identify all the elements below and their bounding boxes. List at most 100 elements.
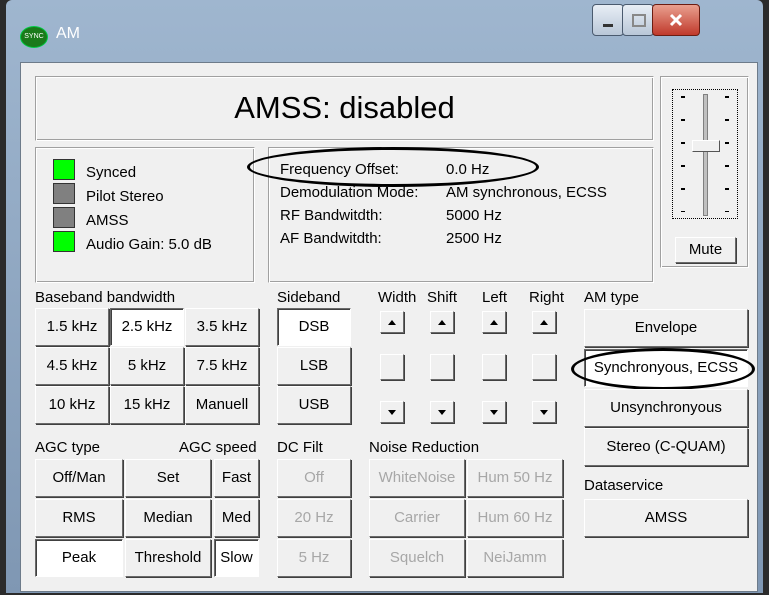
volume-ticks-left: [681, 96, 685, 212]
sideband-dsb-button[interactable]: DSB: [277, 308, 351, 346]
rf-bandwidth-label: RF Bandwitdth:: [280, 207, 383, 224]
nr-hum-50hz-button[interactable]: Hum 50 Hz: [467, 459, 563, 497]
indicator-panel: Synced Pilot Stereo AMSS Audio Gain: 5.0…: [35, 147, 255, 283]
volume-ticks-right: [725, 96, 729, 212]
scroll-up-button[interactable]: [380, 311, 404, 333]
scroll-down-button[interactable]: [482, 401, 506, 423]
left-scrollbar[interactable]: [482, 311, 506, 423]
synced-led: [53, 159, 75, 180]
synchronous-ecss-highlight: [571, 348, 755, 390]
app-icon: SYNC: [20, 26, 48, 48]
agc-off-man-button[interactable]: Off/Man: [35, 459, 123, 497]
bw-5-khz-button[interactable]: 5 kHz: [110, 347, 184, 385]
shift-thumb[interactable]: [430, 354, 454, 380]
client-area: AMSS: disabled Synced Pilot Stereo AMSS …: [20, 62, 758, 592]
agc-slow-button[interactable]: Slow: [214, 539, 259, 577]
agc-peak-button[interactable]: Peak: [35, 539, 123, 577]
down-arrow-icon: [540, 410, 548, 415]
scroll-up-button[interactable]: [482, 311, 506, 333]
agc-rms-button[interactable]: RMS: [35, 499, 123, 537]
demodulation-mode-value: AM synchronous, ECSS: [446, 184, 607, 201]
right-scrollbar[interactable]: [532, 311, 556, 423]
app-window: SYNC AM AMSS: disabled Synced Pilot Ster…: [6, 0, 763, 593]
agc-med-button[interactable]: Med: [214, 499, 259, 537]
nr-whitenoise-button[interactable]: WhiteNoise: [369, 459, 465, 497]
bw-1-5-khz-button[interactable]: 1.5 kHz: [35, 308, 109, 346]
am-envelope-button[interactable]: Envelope: [584, 309, 748, 347]
dc-filt-20hz-button[interactable]: 20 Hz: [277, 499, 351, 537]
sideband-usb-button[interactable]: USB: [277, 386, 351, 424]
nr-squelch-button[interactable]: Squelch: [369, 539, 465, 577]
up-arrow-icon: [388, 320, 396, 325]
dc-filt-off-button[interactable]: Off: [277, 459, 351, 497]
dc-filt-5hz-button[interactable]: 5 Hz: [277, 539, 351, 577]
bw-3-5-khz-button[interactable]: 3.5 kHz: [185, 308, 259, 346]
indicator-label: Synced: [86, 164, 137, 181]
agc-fast-button[interactable]: Fast: [214, 459, 259, 497]
bw-manuell-button[interactable]: Manuell: [185, 386, 259, 424]
scroll-down-button[interactable]: [430, 401, 454, 423]
up-arrow-icon: [490, 320, 498, 325]
scroll-up-button[interactable]: [532, 311, 556, 333]
agc-set-button[interactable]: Set: [125, 459, 211, 497]
down-arrow-icon: [490, 410, 498, 415]
up-arrow-icon: [540, 320, 548, 325]
title-bar[interactable]: SYNC AM: [6, 0, 763, 62]
volume-slider[interactable]: [672, 89, 738, 219]
bw-4-5-khz-button[interactable]: 4.5 kHz: [35, 347, 109, 385]
mute-button[interactable]: Mute: [675, 237, 736, 263]
agc-threshold-button[interactable]: Threshold: [125, 539, 211, 577]
close-button[interactable]: [652, 4, 700, 36]
volume-thumb[interactable]: [692, 140, 720, 152]
scroll-down-button[interactable]: [532, 401, 556, 423]
window-title: AM: [56, 25, 80, 42]
status-panel: AMSS: disabled: [35, 76, 654, 141]
right-thumb[interactable]: [532, 354, 556, 380]
frequency-offset-highlight: [247, 147, 539, 187]
close-icon: [669, 13, 683, 27]
shift-slider-label: Shift: [427, 289, 458, 306]
minimize-button[interactable]: [592, 4, 624, 36]
maximize-icon: [632, 14, 646, 27]
audio-gain-led: [53, 231, 75, 252]
volume-panel: Mute: [660, 76, 749, 268]
af-bandwidth-value: 2500 Hz: [446, 230, 502, 247]
nr-neijamm-button[interactable]: NeiJamm: [467, 539, 563, 577]
nr-hum-60hz-button[interactable]: Hum 60 Hz: [467, 499, 563, 537]
agc-type-label: AGC type: [35, 439, 101, 456]
amss-led: [53, 207, 75, 228]
down-arrow-icon: [388, 410, 396, 415]
width-thumb[interactable]: [380, 354, 404, 380]
volume-track: [703, 94, 708, 216]
down-arrow-icon: [438, 410, 446, 415]
noise-reduction-label: Noise Reduction: [369, 439, 480, 456]
scroll-down-button[interactable]: [380, 401, 404, 423]
bw-10-khz-button[interactable]: 10 kHz: [35, 386, 109, 424]
sideband-label: Sideband: [277, 289, 341, 306]
am-unsynchronous-button[interactable]: Unsynchronyous: [584, 389, 748, 427]
dataservice-amss-button[interactable]: AMSS: [584, 499, 748, 537]
rf-bandwidth-value: 5000 Hz: [446, 207, 502, 224]
baseband-bandwidth-label: Baseband bandwidth: [35, 289, 176, 306]
nr-carrier-button[interactable]: Carrier: [369, 499, 465, 537]
width-slider-label: Width: [378, 289, 417, 306]
width-scrollbar[interactable]: [380, 311, 404, 423]
agc-median-button[interactable]: Median: [125, 499, 211, 537]
agc-speed-label: AGC speed: [179, 439, 257, 456]
sideband-lsb-button[interactable]: LSB: [277, 347, 351, 385]
maximize-button[interactable]: [622, 4, 654, 36]
bw-15-khz-button[interactable]: 15 kHz: [110, 386, 184, 424]
bw-7-5-khz-button[interactable]: 7.5 kHz: [185, 347, 259, 385]
am-type-label: AM type: [584, 289, 640, 306]
dataservice-label: Dataservice: [584, 477, 664, 494]
right-slider-label: Right: [529, 289, 565, 306]
minimize-icon: [603, 24, 613, 27]
left-slider-label: Left: [482, 289, 508, 306]
bw-2-5-khz-button[interactable]: 2.5 kHz: [110, 308, 184, 346]
shift-scrollbar[interactable]: [430, 311, 454, 423]
am-stereo-cquam-button[interactable]: Stereo (C-QUAM): [584, 428, 748, 466]
af-bandwidth-label: AF Bandwitdth:: [280, 230, 382, 247]
scroll-up-button[interactable]: [430, 311, 454, 333]
pilot-stereo-led: [53, 183, 75, 204]
left-thumb[interactable]: [482, 354, 506, 380]
